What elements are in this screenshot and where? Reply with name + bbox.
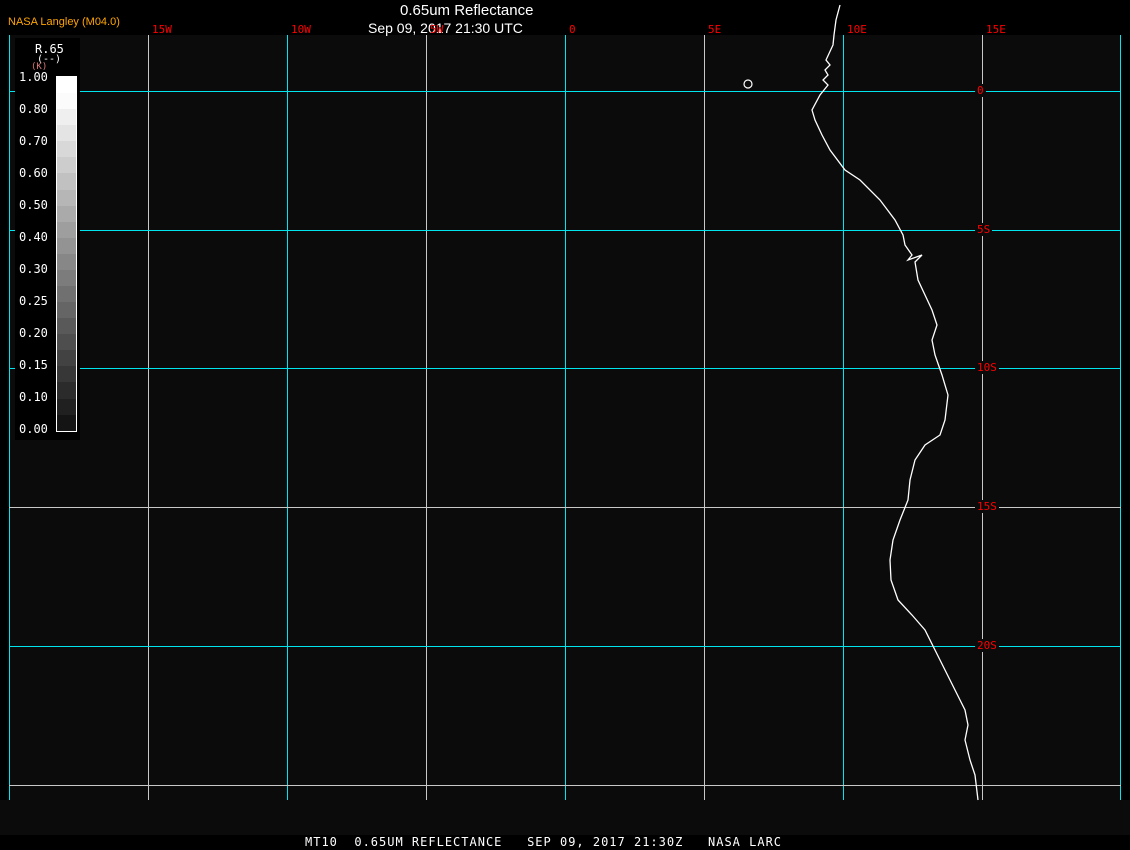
colorbar-tick-label: 0.25 (19, 294, 48, 308)
lon-label: 0 (569, 23, 576, 36)
colorbar-segment (57, 141, 76, 158)
footer-caption: MT10 0.65UM REFLECTANCE SEP 09, 2017 21:… (305, 835, 783, 849)
colorbar-segment (57, 125, 76, 142)
colorbar-tick-label: 1.00 (19, 70, 48, 84)
lat-label: 10S (975, 361, 999, 374)
colorbar-segment (57, 77, 76, 94)
colorbar-segment (57, 382, 76, 399)
colorbar-segment (57, 398, 76, 415)
colorbar-segment (57, 286, 76, 303)
colorbar-segment (57, 269, 76, 287)
brand-label: NASA Langley (M04.0) (8, 16, 120, 28)
lat-label: 0 (975, 84, 986, 97)
colorbar-tick-label: 0.30 (19, 262, 48, 276)
lat-label: 5S (975, 223, 993, 236)
colorbar-segment (57, 205, 76, 222)
colorbar-segment (57, 109, 76, 126)
lon-label: 10E (847, 23, 867, 36)
colorbar-segment (57, 302, 76, 319)
colorbar-segment (57, 157, 76, 174)
colorbar-segment (57, 334, 76, 351)
colorbar-segment (57, 221, 76, 238)
bottom-strip (0, 800, 1130, 835)
colorbar-tick-label: 0.15 (19, 358, 48, 372)
colorbar-tick-label: 0.00 (19, 422, 48, 436)
colorbar-segment (57, 93, 76, 110)
colorbar-tick-label: 0.80 (19, 102, 48, 116)
lat-label: 20S (975, 639, 999, 652)
colorbar-tick-label: 0.50 (19, 198, 48, 212)
satellite-map (0, 4, 1130, 835)
map-title: 0.65um Reflectance (400, 2, 534, 19)
colorbar-tick-label: 0.20 (19, 326, 48, 340)
colorbar-tick-label: 0.70 (19, 134, 48, 148)
colorbar-segment (57, 350, 76, 367)
lon-label: 15W (152, 23, 172, 36)
lon-label: 10W (291, 23, 311, 36)
lon-label: 15E (986, 23, 1006, 36)
lon-label: 5E (708, 23, 722, 36)
colorbar: R.65 (--) (K) 1.00 0.80 0.70 0.60 0.50 0.40 0.… (15, 38, 80, 440)
colorbar-segment (57, 366, 76, 383)
lon-label: 5W (430, 23, 444, 36)
colorbar-segment (57, 173, 76, 190)
colorbar-segment (57, 318, 76, 335)
colorbar-segment (57, 414, 76, 431)
colorbar-tick-label: 0.10 (19, 390, 48, 404)
colorbar-segment (57, 237, 76, 254)
colorbar-tick-label: 0.40 (19, 230, 48, 244)
map-datetime: Sep 09, 2017 21:30 UTC (368, 20, 523, 36)
lat-label: 15S (975, 500, 999, 513)
colorbar-segment (57, 253, 76, 270)
colorbar-segment (57, 189, 76, 206)
colorbar-tick-label: 0.60 (19, 166, 48, 180)
